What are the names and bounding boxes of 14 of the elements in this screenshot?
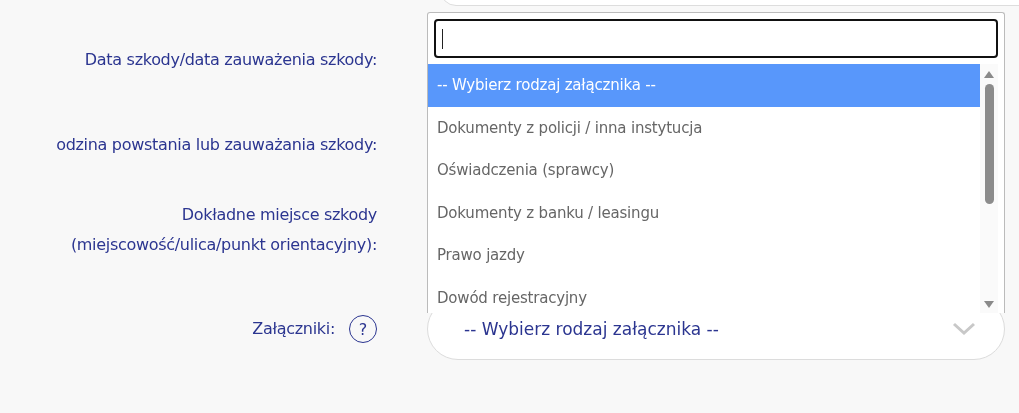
scrollbar[interactable] [980, 64, 998, 313]
dropdown-option[interactable]: Dokumenty z banku / leasingu [428, 191, 980, 234]
field-label: Załączniki: [252, 318, 335, 340]
scroll-down-arrow-icon[interactable] [983, 300, 995, 309]
chevron-down-icon [952, 322, 976, 336]
dropdown-option[interactable]: Dokumenty z policji / inna instytucja [428, 106, 980, 149]
dropdown-option[interactable]: Prawo jazdy [428, 234, 980, 277]
scroll-up-arrow-icon[interactable] [983, 70, 995, 79]
dropdown-option[interactable]: Oświadczenia (sprawcy) [428, 149, 980, 192]
scrollbar-thumb[interactable] [984, 84, 994, 204]
field-label: Dokładne miejsce szkody (miejscowość/ulica/punkt orientacyjny): [70, 204, 377, 256]
search-field[interactable] [434, 19, 998, 58]
field-label: odzina powstania lub zauważania szkody: [56, 134, 377, 156]
field-label: Data szkody/data zauważenia szkody: [84, 49, 377, 71]
